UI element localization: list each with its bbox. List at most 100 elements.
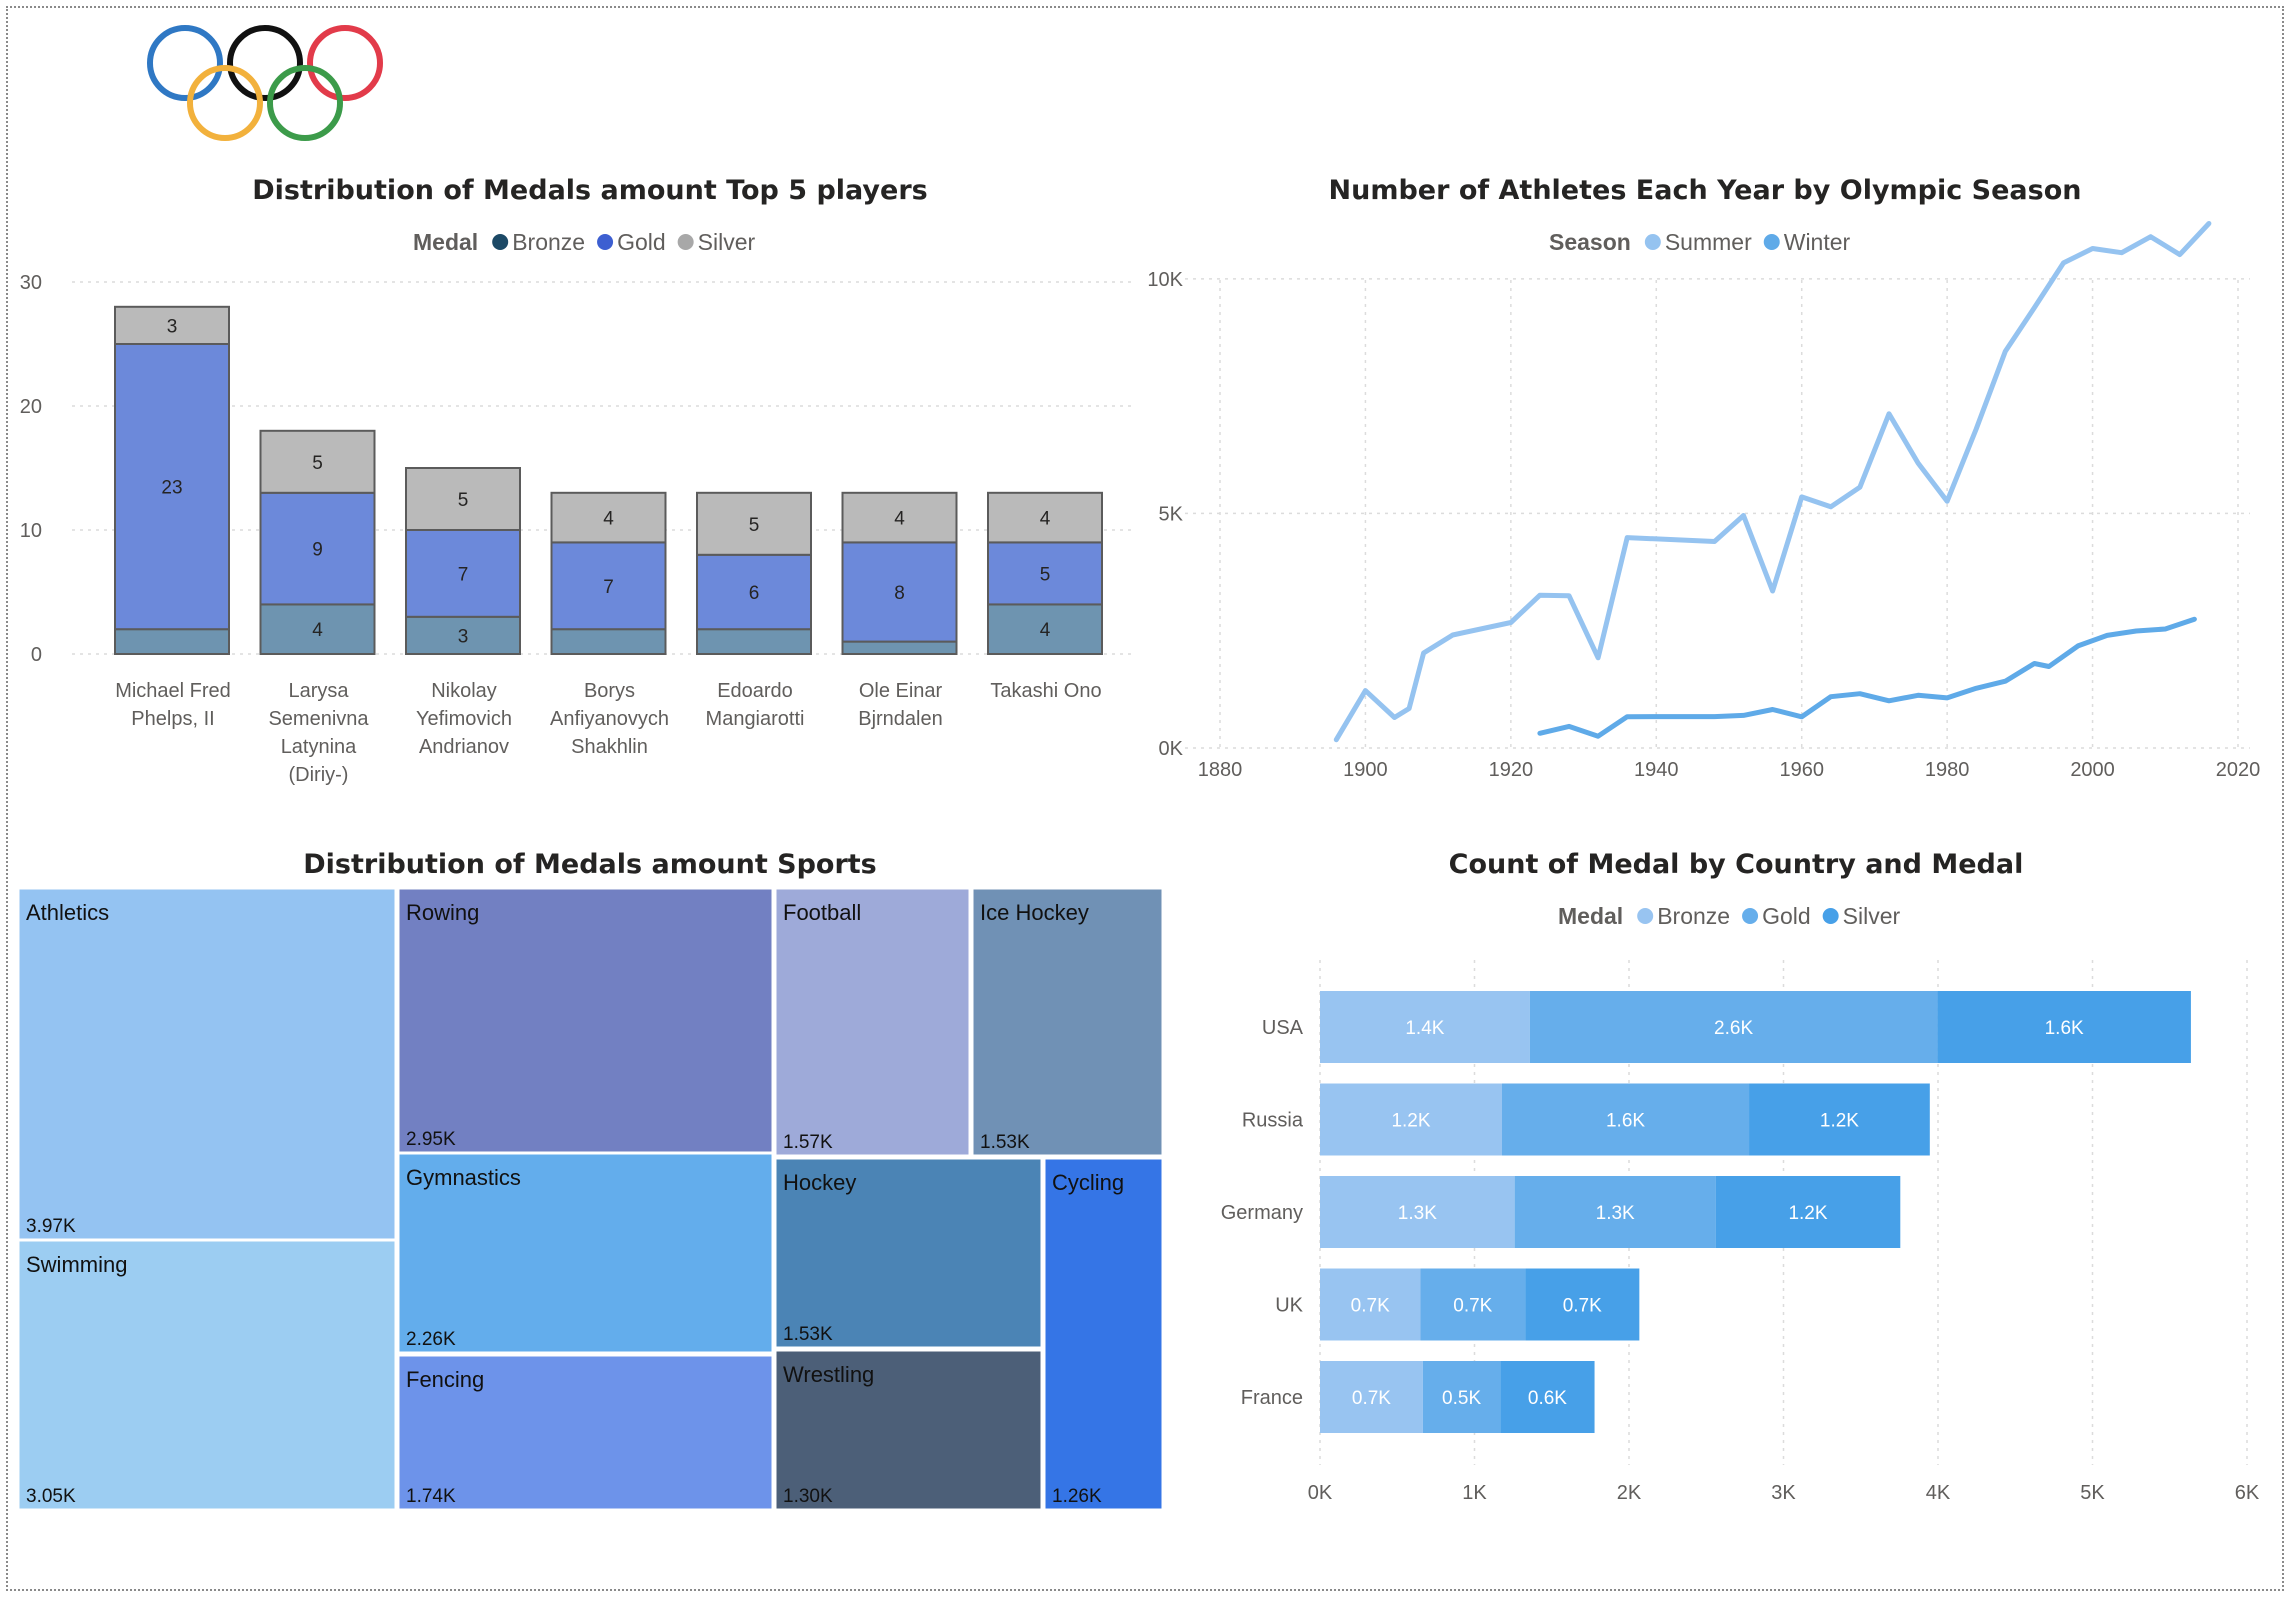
treemap-label-athletics: Athletics (26, 900, 109, 925)
treemap-label-swimming: Swimming (26, 1252, 127, 1277)
x-category-label: Edoardo (717, 680, 793, 702)
treemap-value-ice-hockey: 1.53K (980, 1132, 1030, 1153)
legend-label-silver: Silver (1843, 903, 1901, 929)
treemap-value-hockey: 1.53K (783, 1324, 833, 1345)
treemap-value-fencing: 1.74K (406, 1486, 456, 1507)
x-tick-label: 2K (1617, 1482, 1642, 1504)
data-label-gold: 23 (161, 478, 182, 499)
x-category-label: Yefimovich (416, 708, 512, 730)
data-label-gold: 1.3K (1596, 1203, 1635, 1224)
legend-label-gold: Gold (617, 229, 666, 255)
x-tick-label: 1880 (1198, 759, 1243, 781)
data-label-gold: 5 (1040, 564, 1051, 585)
data-label-gold: 7 (603, 577, 614, 598)
series-line-summer (1333, 221, 2212, 743)
data-label-silver: 3 (167, 316, 178, 337)
x-category-label: Bjrndalen (858, 708, 943, 730)
top-players-chart-title: Distribution of Medals amount Top 5 play… (252, 175, 927, 206)
country-medals-chart: Count of Medal by Country and Medal Meda… (1221, 849, 2260, 1504)
treemap-label-fencing: Fencing (406, 1367, 484, 1392)
data-label-bronze: 4 (312, 620, 323, 641)
treemap-tile-cycling (1042, 1156, 1165, 1512)
x-tick-label: 1980 (1925, 759, 1970, 781)
bar-segment-bronze (114, 628, 230, 656)
treemap-value-wrestling: 1.30K (783, 1486, 833, 1507)
data-label-silver: 1.6K (2045, 1018, 2084, 1039)
bar-segment-bronze (841, 640, 958, 655)
x-tick-label: 6K (2235, 1482, 2260, 1504)
x-tick-label: 5K (2080, 1482, 2105, 1504)
treemap-value-gymnastics: 2.26K (406, 1329, 456, 1350)
legend-label-winter: Winter (1784, 229, 1851, 255)
data-label-bronze: 1.2K (1391, 1111, 1430, 1132)
treemap-label-gymnastics: Gymnastics (406, 1165, 521, 1190)
treemap-tile-athletics (16, 886, 398, 1242)
legend-marker-bronze (1637, 908, 1654, 924)
y-category-label: UK (1275, 1295, 1303, 1317)
x-category-label: Shakhlin (571, 736, 648, 758)
y-tick-label: 5K (1159, 503, 1184, 525)
y-tick-label: 20 (20, 396, 42, 418)
treemap-label-cycling: Cycling (1052, 1170, 1124, 1195)
treemap-value-athletics: 3.97K (26, 1216, 76, 1237)
series-line-winter (1537, 616, 2197, 739)
athletes-legend: Season Summer Winter (1549, 229, 1851, 255)
data-label-gold: 2.6K (1714, 1018, 1753, 1039)
treemap-label-rowing: Rowing (406, 900, 479, 925)
top-players-legend: Medal Bronze Gold Silver (413, 229, 756, 255)
athletes-axes: 0K 5K 10K 1880 1900 1920 1940 1960 1980 2000 2020 (1147, 269, 2260, 781)
legend-marker-summer (1644, 234, 1661, 250)
x-category-label: Larysa (288, 680, 349, 702)
data-label-gold: 6 (749, 583, 760, 604)
data-label-silver: 4 (894, 509, 905, 530)
athletes-chart-title: Number of Athletes Each Year by Olympic … (1329, 175, 2082, 206)
data-label-gold: 9 (312, 540, 323, 561)
x-tick-label: 4K (1926, 1482, 1951, 1504)
x-tick-label: 3K (1771, 1482, 1796, 1504)
data-label-gold: 8 (894, 583, 905, 604)
top-players-y-axis: 0 10 20 30 (20, 272, 42, 666)
sports-treemap-tiles: Athletics 3.97K Swimming 3.05K Rowing 2.95K Gy… (16, 886, 1165, 1512)
y-tick-label: 0 (31, 644, 42, 666)
x-category-label: Michael Fred (115, 680, 231, 702)
olympic-ring-red (307, 25, 383, 101)
treemap-label-football: Football (783, 900, 861, 925)
y-category-label: Russia (1242, 1110, 1304, 1132)
y-tick-label: 10K (1147, 269, 1183, 291)
legend-label-silver: Silver (698, 229, 756, 255)
data-label-bronze: 3 (458, 626, 469, 647)
treemap-label-hockey: Hockey (783, 1170, 856, 1195)
legend-label-bronze: Bronze (512, 229, 585, 255)
top-players-bars: 23 3 4 9 5 3 7 5 7 4 6 5 8 4 4 5 4 (114, 305, 1103, 656)
legend-marker-bronze (492, 234, 509, 250)
treemap-tile-football (773, 886, 972, 1158)
data-label-silver: 0.7K (1563, 1296, 1602, 1317)
athletes-legend-title: Season (1549, 229, 1631, 255)
data-label-silver: 1.2K (1788, 1203, 1827, 1224)
top-players-legend-title: Medal (413, 229, 478, 255)
x-category-label: (Diriy-) (289, 764, 349, 786)
x-tick-label: 1920 (1489, 759, 1534, 781)
treemap-value-football: 1.57K (783, 1132, 833, 1153)
athletes-lines (1333, 221, 2212, 743)
data-label-silver: 5 (312, 453, 323, 474)
y-tick-label: 0K (1159, 738, 1184, 760)
treemap-value-cycling: 1.26K (1052, 1486, 1102, 1507)
y-category-label: USA (1262, 1017, 1304, 1039)
treemap-value-rowing: 2.95K (406, 1129, 456, 1150)
legend-marker-silver (1822, 908, 1839, 924)
data-label-gold: 7 (458, 564, 469, 585)
sports-treemap-title: Distribution of Medals amount Sports (303, 849, 877, 880)
y-category-label: France (1241, 1387, 1303, 1409)
data-label-gold: 0.5K (1442, 1388, 1481, 1409)
x-category-label: Phelps, II (131, 708, 214, 730)
x-category-label: Mangiarotti (706, 708, 805, 730)
data-label-gold: 1.6K (1606, 1111, 1645, 1132)
x-tick-label: 1940 (1634, 759, 1679, 781)
data-label-bronze: 0.7K (1351, 1296, 1390, 1317)
legend-marker-gold (1742, 908, 1759, 924)
legend-label-gold: Gold (1762, 903, 1811, 929)
x-category-label: Andrianov (419, 736, 509, 758)
data-label-bronze: 4 (1040, 620, 1051, 641)
data-label-bronze: 0.7K (1352, 1388, 1391, 1409)
